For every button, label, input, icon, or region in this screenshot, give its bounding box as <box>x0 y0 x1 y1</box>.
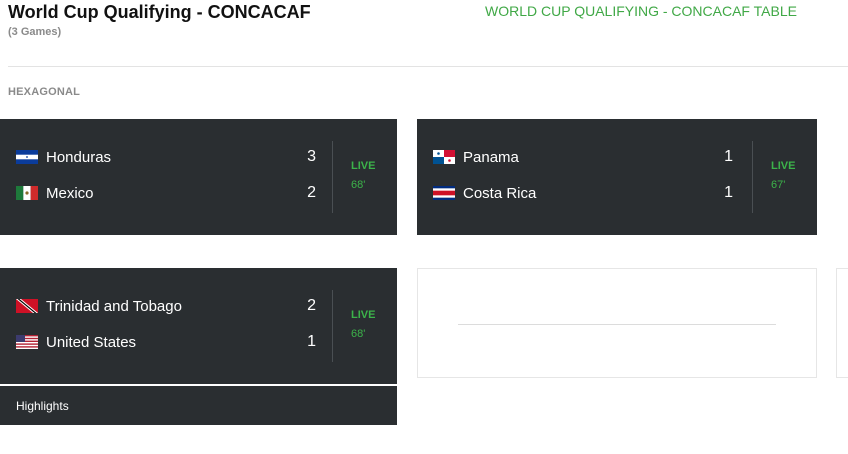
game-clock: 68' <box>351 328 366 340</box>
team-row: Panama 1 <box>433 147 733 167</box>
team-name: Panama <box>463 148 519 166</box>
costa-rica-flag-icon <box>433 186 455 200</box>
game-clock: 67' <box>771 179 786 191</box>
team-score: 2 <box>307 297 316 314</box>
team-row: United States 1 <box>16 332 316 352</box>
mexico-flag-icon <box>16 186 38 200</box>
team-row: Trinidad and Tobago 2 <box>16 296 316 316</box>
team-name: Mexico <box>46 184 94 202</box>
team-row: Mexico 2 <box>16 183 316 203</box>
live-status: LIVE <box>351 309 376 321</box>
table-link[interactable]: WORLD CUP QUALIFYING - CONCACAF TABLE <box>485 3 797 19</box>
game-clock: 68' <box>351 179 366 191</box>
team-row: Honduras 3 <box>16 147 316 167</box>
team-name: United States <box>46 333 137 351</box>
game-card[interactable]: Honduras 3 Mexico 2 LIVE 68' <box>0 119 397 235</box>
divider <box>332 141 333 213</box>
empty-game-card <box>417 268 817 378</box>
team-score: 1 <box>724 148 733 165</box>
team-score: 1 <box>307 333 316 350</box>
panama-flag-icon <box>433 150 455 164</box>
highlights-label: Highlights <box>16 399 69 413</box>
team-score: 3 <box>307 148 316 165</box>
team-name: Costa Rica <box>463 184 537 202</box>
game-card[interactable]: Trinidad and Tobago 2 United States 1 LI… <box>0 268 397 384</box>
team-score: 2 <box>307 184 316 201</box>
honduras-flag-icon <box>16 150 38 164</box>
placeholder-line <box>458 324 776 325</box>
team-name: Trinidad and Tobago <box>46 297 182 315</box>
live-status: LIVE <box>771 160 796 172</box>
offscreen-card <box>836 268 848 378</box>
section-label: HEXAGONAL <box>8 86 81 98</box>
divider <box>8 66 848 67</box>
divider <box>332 290 333 362</box>
team-row: Costa Rica 1 <box>433 183 733 203</box>
live-status: LIVE <box>351 160 376 172</box>
divider <box>752 141 753 213</box>
game-card[interactable]: Panama 1 Costa Rica 1 LIVE 67' <box>417 119 817 235</box>
team-name: Honduras <box>46 148 112 166</box>
page-title: World Cup Qualifying - CONCACAF <box>8 2 311 22</box>
games-count: (3 Games) <box>8 26 62 38</box>
usa-flag-icon <box>16 335 38 349</box>
team-score: 1 <box>724 184 733 201</box>
trinidad-tobago-flag-icon <box>16 299 38 313</box>
highlights-button[interactable]: Highlights <box>0 386 397 425</box>
